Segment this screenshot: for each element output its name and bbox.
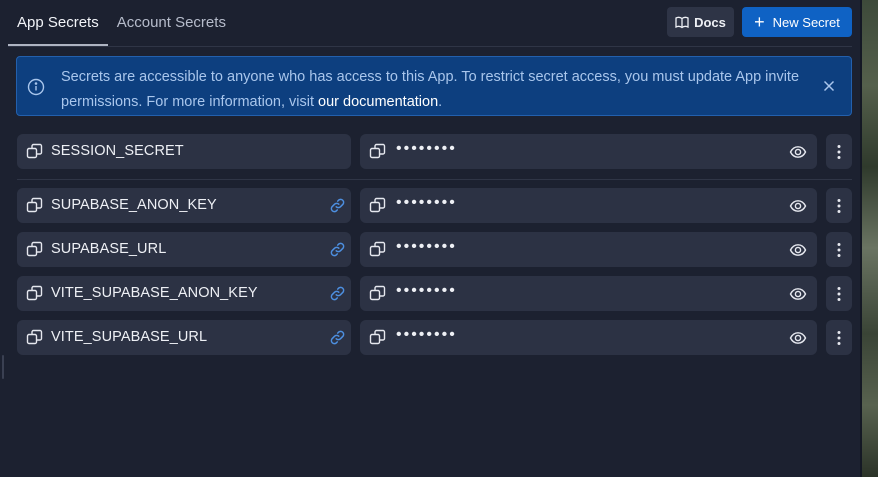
close-icon[interactable] — [821, 78, 837, 94]
eye-icon[interactable] — [789, 329, 807, 347]
info-icon — [27, 78, 45, 96]
tab-account-secrets[interactable]: Account Secrets — [108, 0, 235, 46]
banner-message: Secrets are accessible to anyone who has… — [61, 65, 801, 115]
secret-key-name: VITE_SUPABASE_URL — [51, 329, 208, 345]
tabs-divider — [8, 46, 852, 47]
secret-key-field[interactable]: SUPABASE_ANON_KEY — [17, 188, 351, 223]
docs-label: Docs — [694, 14, 726, 30]
more-options-button[interactable] — [826, 134, 852, 169]
eye-icon[interactable] — [789, 143, 807, 161]
kebab-menu-icon — [837, 286, 841, 302]
banner-period: . — [438, 94, 443, 110]
secret-value-field[interactable]: •••••••• — [360, 320, 817, 355]
more-options-button[interactable] — [826, 232, 852, 267]
copy-icon[interactable] — [369, 329, 386, 346]
secret-value-masked: •••••••• — [396, 194, 457, 211]
copy-icon[interactable] — [26, 143, 43, 160]
secret-value-field[interactable]: •••••••• — [360, 232, 817, 267]
documentation-link[interactable]: our documentation — [318, 94, 438, 110]
link-icon[interactable] — [329, 197, 346, 214]
secret-key-field[interactable]: VITE_SUPABASE_URL — [17, 320, 351, 355]
copy-icon[interactable] — [26, 197, 43, 214]
new-secret-label: New Secret — [772, 14, 840, 30]
eye-icon[interactable] — [789, 197, 807, 215]
info-banner: Secrets are accessible to anyone who has… — [16, 56, 852, 116]
secret-row: SUPABASE_URL •••••••• — [17, 232, 852, 267]
new-secret-button[interactable]: + New Secret — [742, 7, 852, 37]
secret-value-field[interactable]: •••••••• — [360, 134, 817, 169]
copy-icon[interactable] — [26, 329, 43, 346]
secret-key-name: SUPABASE_URL — [51, 241, 167, 257]
secret-key-name: VITE_SUPABASE_ANON_KEY — [51, 285, 258, 301]
secret-value-masked: •••••••• — [396, 326, 457, 343]
copy-icon[interactable] — [369, 241, 386, 258]
secret-value-masked: •••••••• — [396, 238, 457, 255]
secret-row: SUPABASE_ANON_KEY •••••••• — [17, 188, 852, 223]
secret-key-field[interactable]: SESSION_SECRET — [17, 134, 351, 169]
copy-icon[interactable] — [369, 285, 386, 302]
more-options-button[interactable] — [826, 276, 852, 311]
copy-icon[interactable] — [26, 241, 43, 258]
secret-value-masked: •••••••• — [396, 282, 457, 299]
tab-app-secrets[interactable]: App Secrets — [8, 0, 108, 46]
copy-icon[interactable] — [369, 197, 386, 214]
kebab-menu-icon — [837, 198, 841, 214]
more-options-button[interactable] — [826, 188, 852, 223]
secrets-panel: App Secrets Account Secrets Docs + New S… — [0, 0, 860, 477]
tab-bar: App Secrets Account Secrets — [8, 0, 235, 46]
secret-row: SESSION_SECRET •••••••• — [17, 134, 852, 169]
secret-key-name: SESSION_SECRET — [51, 143, 184, 159]
secret-value-field[interactable]: •••••••• — [360, 188, 817, 223]
link-icon[interactable] — [329, 241, 346, 258]
link-icon[interactable] — [329, 329, 346, 346]
docs-button[interactable]: Docs — [667, 7, 734, 37]
row-divider — [17, 179, 852, 180]
secret-key-field[interactable]: VITE_SUPABASE_ANON_KEY — [17, 276, 351, 311]
secret-key-field[interactable]: SUPABASE_URL — [17, 232, 351, 267]
copy-icon[interactable] — [26, 285, 43, 302]
secret-row: VITE_SUPABASE_URL •••••••• — [17, 320, 852, 355]
secret-key-name: SUPABASE_ANON_KEY — [51, 197, 217, 213]
book-icon — [675, 16, 689, 28]
kebab-menu-icon — [837, 330, 841, 346]
link-icon[interactable] — [329, 285, 346, 302]
secret-row: VITE_SUPABASE_ANON_KEY •••••••• — [17, 276, 852, 311]
eye-icon[interactable] — [789, 285, 807, 303]
background-window-edge — [860, 0, 878, 477]
plus-icon: + — [754, 12, 765, 32]
copy-icon[interactable] — [369, 143, 386, 160]
kebab-menu-icon — [837, 144, 841, 160]
secret-value-field[interactable]: •••••••• — [360, 276, 817, 311]
more-options-button[interactable] — [826, 320, 852, 355]
resize-handle[interactable] — [2, 355, 4, 379]
eye-icon[interactable] — [789, 241, 807, 259]
secret-value-masked: •••••••• — [396, 140, 457, 157]
kebab-menu-icon — [837, 242, 841, 258]
